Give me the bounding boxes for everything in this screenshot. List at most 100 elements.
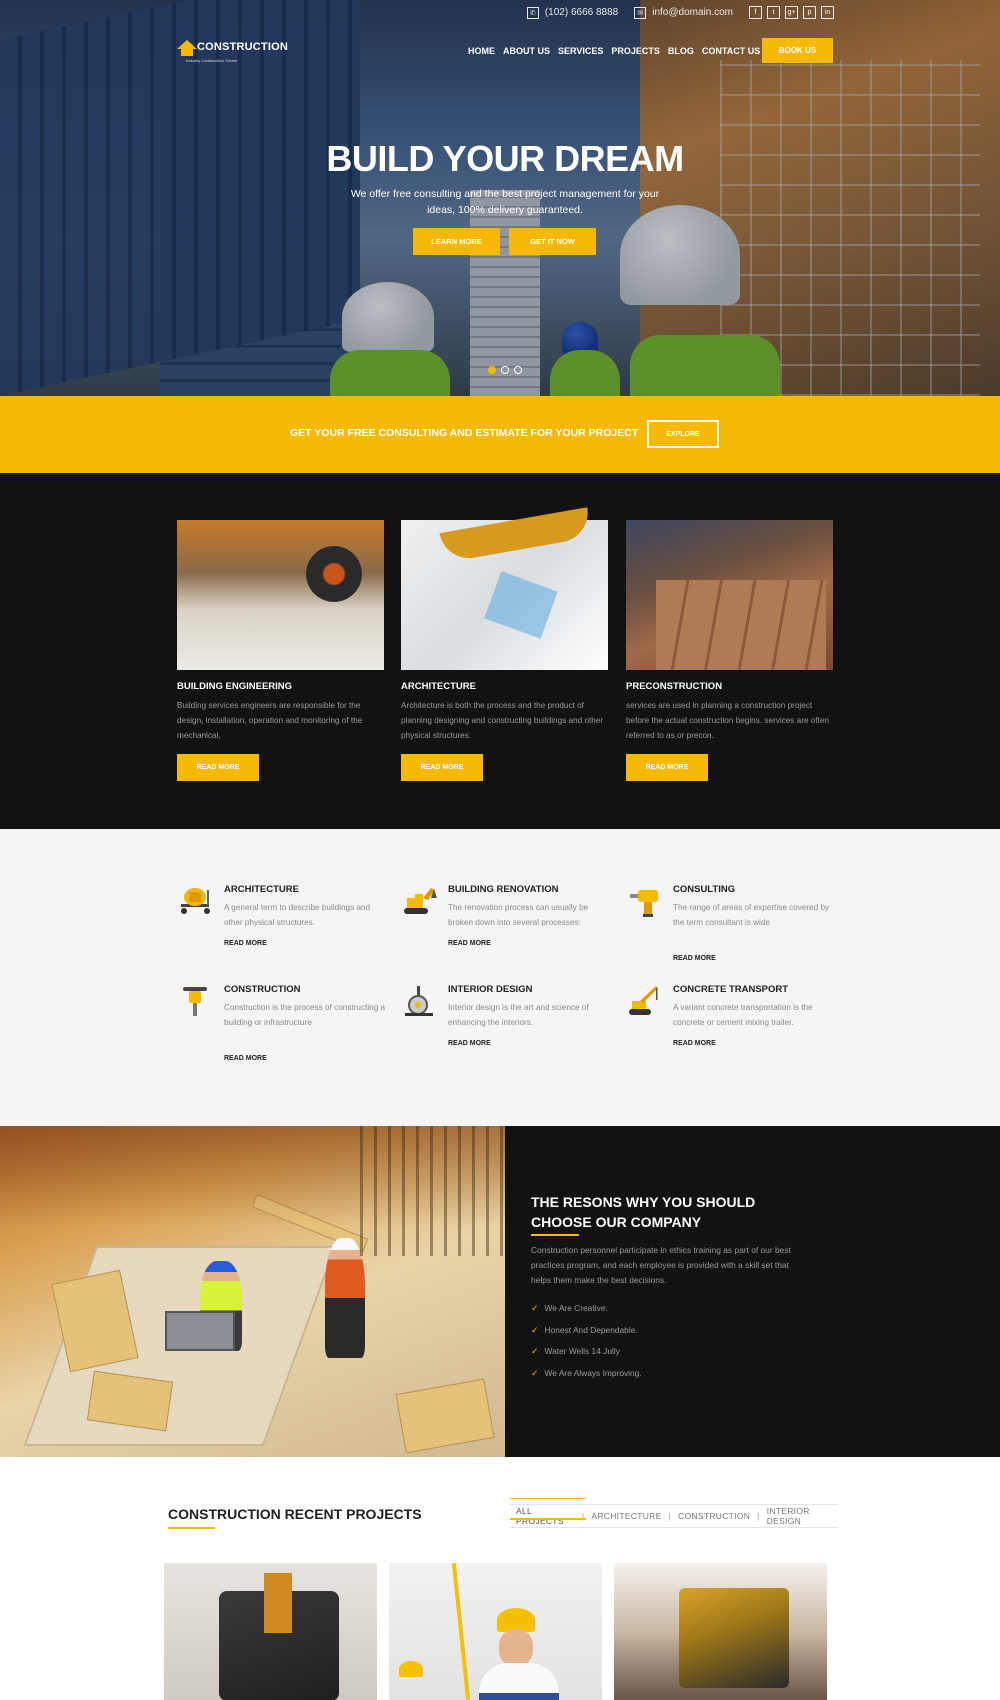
service-card: BUILDING ENGINEERING Building services e… [177,520,384,781]
social-links: f t g+ p in [749,6,834,19]
card-image[interactable] [177,520,384,670]
service-text: Construction is the process of construct… [224,1003,386,1027]
check-icon: ✓ [531,1367,539,1378]
check-icon: ✓ [531,1303,539,1313]
main-nav: HOME ABOUT US SERVICES PROJECTS BLOG CON… [468,46,760,56]
logo-tagline: Industry Construction Theme [186,58,238,63]
pinterest-icon[interactable]: p [803,6,816,19]
hero-section: ✆ (102) 6666 8888 ✉ info@domain.com f t … [0,0,1000,396]
read-more-link[interactable]: READ MORE [448,1040,491,1047]
list-item: ✓ We Are Always Improving. [531,1368,642,1390]
check-icon: ✓ [531,1346,539,1356]
hero-title: BUILD YOUR DREAM [326,138,684,179]
slider-dot[interactable] [501,366,509,374]
excavator-icon [401,884,439,918]
saw-icon [401,984,439,1018]
service-text: A variant concrete transportation is the… [673,1003,813,1027]
phone-info[interactable]: ✆ (102) 6666 8888 [526,6,618,19]
email-address: info@domain.com [652,7,733,18]
service-text: Interior design is the art and science o… [448,1003,589,1027]
email-info[interactable]: ✉ info@domain.com [634,6,733,19]
logo-name: CONSTRUCTION [197,41,289,53]
project-thumbnail[interactable] [614,1563,827,1700]
filter-interior-design[interactable]: INTERIOR DESIGN [767,1506,838,1526]
house-logo-icon [177,38,197,56]
site-logo[interactable]: CONSTRUCTION Industry Construction Theme [177,38,289,63]
filter-construction[interactable]: CONSTRUCTION [678,1511,750,1521]
nav-item-blog[interactable]: BLOG [668,46,694,56]
service-title[interactable]: ARCHITECTURE [224,884,299,895]
construction-site-image [0,1126,505,1457]
nav-item-projects[interactable]: PROJECTS [611,46,660,56]
service-card: PRECONSTRUCTION services are used in pla… [626,520,833,781]
service-title[interactable]: INTERIOR DESIGN [448,984,532,995]
service-text: The range of areas of expertise covered … [673,903,830,927]
why-list: ✓ We Are Creative. ✓ Honest And Dependable… [531,1303,642,1389]
slider-dot[interactable] [488,366,496,374]
google-plus-icon[interactable]: g+ [785,6,798,19]
services-grid: ARCHITECTURE A general term to describe … [0,829,1000,1126]
service-title[interactable]: CONSULTING [673,884,735,895]
card-title[interactable]: ARCHITECTURE [401,681,608,692]
project-filters: ALL PROJECTS | ARCHITECTURE | CONSTRUCTION… [510,1498,838,1528]
project-thumbnail[interactable] [164,1563,377,1700]
phone-icon: ✆ [526,6,539,19]
consulting-cta: GET YOUR FREE CONSULTING AND ESTIMATE FO… [0,396,1000,473]
crane-icon [626,984,664,1018]
check-icon: ✓ [531,1324,539,1335]
service-text: A general term to describe buildings and… [224,903,371,927]
card-image[interactable] [626,520,833,670]
service-card: ARCHITECTURE Architecture is both the pr… [401,520,608,781]
read-more-link[interactable]: READ MORE [673,955,716,962]
services-cards-section: BUILDING ENGINEERING Building services e… [0,473,1000,829]
service-title[interactable]: BUILDING RENOVATION [448,884,558,895]
why-title: THE RESONS WHY YOU SHOULD CHOOSE OUR COM… [531,1194,756,1230]
why-text: Construction personnel participate in et… [531,1245,791,1285]
drill-icon [626,884,664,918]
project-thumbnail[interactable] [389,1563,602,1700]
list-item: ✓ We Are Creative. [531,1303,642,1325]
list-item: ✓ Water Wells 14 Jully [531,1346,642,1368]
cta-text: GET YOUR FREE CONSULTING AND ESTIMATE FO… [290,427,639,439]
read-more-button[interactable]: READ MORE [177,754,259,781]
linkedin-icon[interactable]: in [821,6,834,19]
hero-subtitle: We offer free consulting and the best pr… [350,188,660,216]
read-more-button[interactable]: READ MORE [401,754,483,781]
service-title[interactable]: CONSTRUCTION [224,984,301,995]
title-underline [531,1234,579,1236]
service-title[interactable]: CONCRETE TRANSPORT [673,984,788,995]
nav-item-contact[interactable]: CONTACT US [702,46,760,56]
card-text: Architecture is both the process and the… [401,701,604,740]
twitter-icon[interactable]: t [767,6,780,19]
facebook-icon[interactable]: f [749,6,762,19]
card-image[interactable] [401,520,608,670]
read-more-link[interactable]: READ MORE [448,940,491,947]
get-it-now-button[interactable]: GET IT NOW [509,228,596,255]
nav-item-about[interactable]: ABOUT US [503,46,550,56]
why-choose-section: THE RESONS WHY YOU SHOULD CHOOSE OUR COM… [505,1126,1000,1457]
slider-dots [488,366,522,374]
jackhammer-icon [177,984,215,1018]
book-us-button[interactable]: BOOK US [762,38,833,63]
slider-dot[interactable] [514,366,522,374]
filter-all-projects[interactable]: ALL PROJECTS [510,1498,586,1526]
read-more-link[interactable]: READ MORE [224,940,267,947]
mail-icon: ✉ [634,6,647,19]
nav-item-home[interactable]: HOME [468,46,495,56]
hero-buttons: LEARN MORE GET IT NOW [413,228,596,255]
card-text: Building services engineers are responsi… [177,701,363,740]
read-more-link[interactable]: READ MORE [673,1040,716,1047]
explore-button[interactable]: EXPLORE [647,420,719,448]
title-underline [168,1527,215,1529]
projects-title: CONSTRUCTION RECENT PROJECTS [168,1506,422,1522]
learn-more-button[interactable]: LEARN MORE [413,228,500,255]
read-more-link[interactable]: READ MORE [224,1055,267,1062]
cement-mixer-icon [177,884,215,918]
nav-item-services[interactable]: SERVICES [558,46,603,56]
card-title[interactable]: BUILDING ENGINEERING [177,681,384,692]
read-more-button[interactable]: READ MORE [626,754,708,781]
service-text: The renovation process can usually be br… [448,903,589,927]
card-title[interactable]: PRECONSTRUCTION [626,681,833,692]
filter-architecture[interactable]: ARCHITECTURE [591,1511,661,1521]
top-bar: ✆ (102) 6666 8888 ✉ info@domain.com f t … [526,6,834,19]
